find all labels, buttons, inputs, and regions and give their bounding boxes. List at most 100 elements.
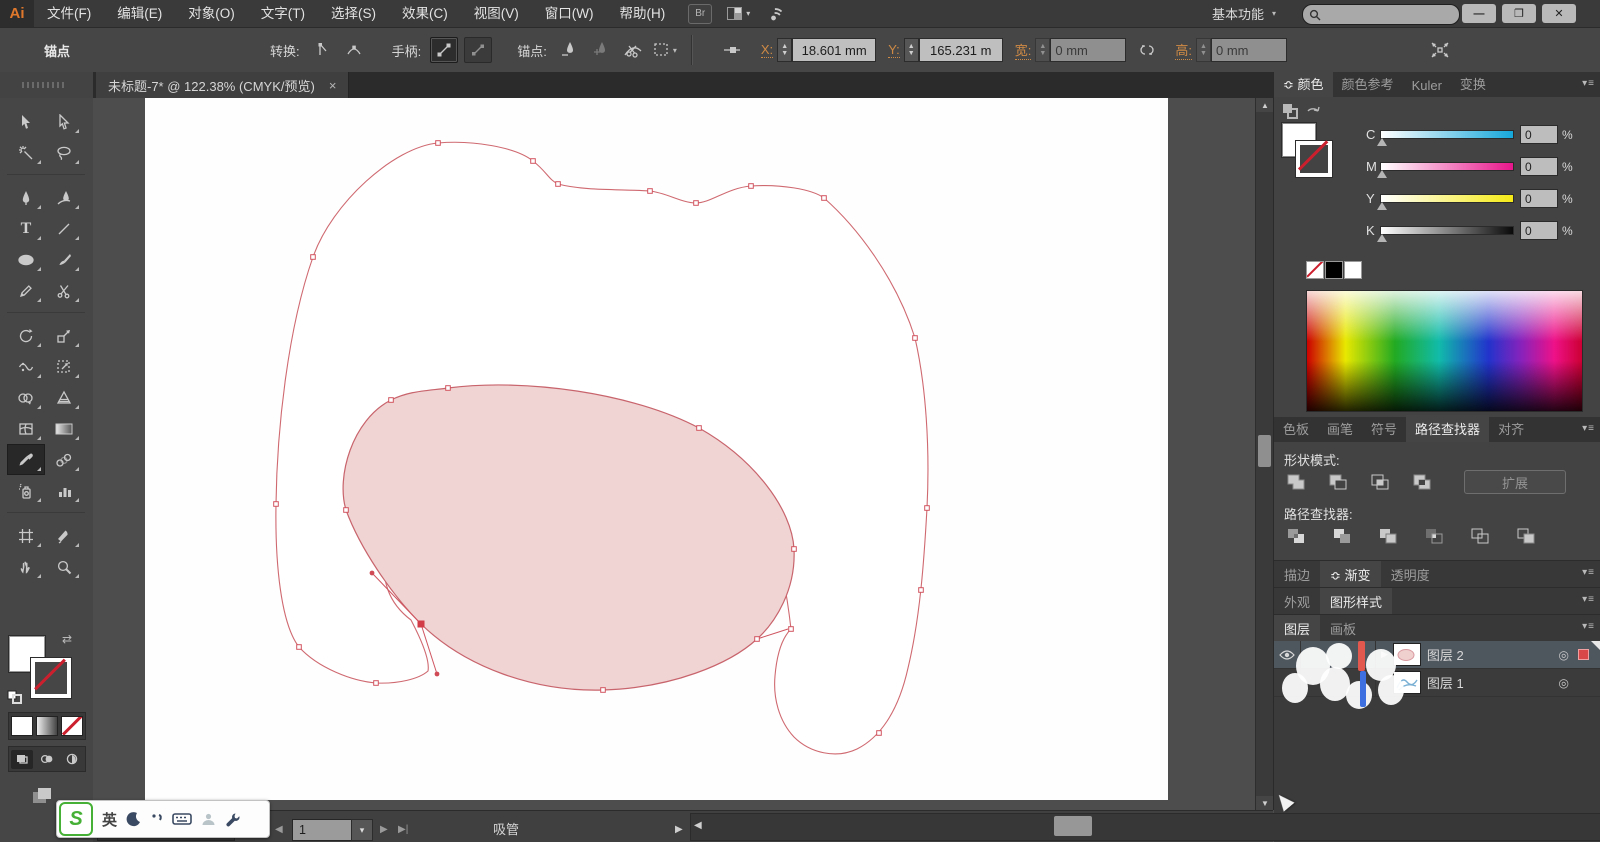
- scroll-left-button[interactable]: ◀: [694, 820, 702, 831]
- cyan-slider[interactable]: [1377, 130, 1514, 146]
- close-tab-icon[interactable]: ×: [329, 78, 337, 93]
- minus-front-button[interactable]: [1324, 470, 1354, 494]
- sogou-logo[interactable]: S: [59, 802, 93, 836]
- free-transform-tool[interactable]: [45, 351, 83, 382]
- search-input[interactable]: [1302, 4, 1460, 25]
- status-menu-arrow[interactable]: ▶: [675, 824, 683, 835]
- perspective-grid-tool[interactable]: [45, 382, 83, 413]
- tab-symbols[interactable]: 符号: [1362, 415, 1406, 442]
- tab-transform[interactable]: 变换: [1451, 70, 1495, 97]
- collapse-tools-icon[interactable]: [30, 786, 54, 809]
- tab-artboards[interactable]: 画板: [1320, 615, 1366, 642]
- panel-menu-icon[interactable]: ▾≡: [1582, 78, 1595, 89]
- draw-inside-button[interactable]: [61, 750, 83, 769]
- divide-button[interactable]: [1282, 524, 1312, 548]
- x-stepper[interactable]: ▲ ▼: [777, 38, 793, 62]
- intersect-button[interactable]: [1366, 470, 1396, 494]
- menu-select[interactable]: 选择(S): [318, 0, 389, 27]
- cyan-value-field[interactable]: 0: [1520, 125, 1558, 144]
- first-artboard-button[interactable]: ◀: [275, 824, 283, 835]
- magenta-value-field[interactable]: 0: [1520, 157, 1558, 176]
- width-tool[interactable]: [7, 351, 45, 382]
- ime-punctuation-icon[interactable]: [151, 812, 163, 826]
- width-field[interactable]: 0 mm: [1050, 38, 1127, 62]
- minus-back-button[interactable]: [1512, 524, 1542, 548]
- height-stepper[interactable]: ▲ ▼: [1196, 38, 1212, 62]
- panel-menu-icon[interactable]: ▾≡: [1582, 621, 1595, 632]
- bridge-button[interactable]: Br: [688, 3, 713, 24]
- paint-color-button[interactable]: [10, 716, 33, 736]
- default-fill-stroke-icon[interactable]: [7, 690, 23, 704]
- tab-color-guide[interactable]: 颜色参考: [1333, 70, 1403, 97]
- panel-menu-icon[interactable]: ▾≡: [1582, 567, 1595, 578]
- tab-pathfinder[interactable]: 路径查找器: [1406, 415, 1490, 442]
- artboard-number-field[interactable]: 1: [292, 819, 358, 841]
- none-color-chip[interactable]: [1306, 261, 1324, 279]
- cs-live-icon[interactable]: [764, 5, 786, 23]
- vertical-scroll-thumb[interactable]: [1258, 435, 1271, 467]
- isolate-selected-object-button[interactable]: [1427, 38, 1453, 62]
- handle-end-dot[interactable]: [369, 570, 375, 576]
- canvas-area[interactable]: ▲ ▼: [93, 98, 1274, 810]
- unite-button[interactable]: [1282, 470, 1312, 494]
- document-tab[interactable]: 未标题-7* @ 122.38% (CMYK/预览) ×: [96, 72, 350, 98]
- draw-normal-button[interactable]: [10, 749, 33, 769]
- menu-type[interactable]: 文字(T): [248, 0, 318, 27]
- line-segment-tool[interactable]: [45, 213, 83, 244]
- swap-fill-stroke-icon[interactable]: ⇄: [62, 632, 72, 646]
- column-graph-tool[interactable]: [45, 475, 83, 506]
- yellow-value-field[interactable]: 0: [1520, 189, 1558, 208]
- type-tool[interactable]: T: [7, 213, 45, 244]
- symbol-sprayer-tool[interactable]: [7, 475, 45, 506]
- tab-kuler[interactable]: Kuler: [1403, 74, 1451, 97]
- horizontal-scrollbar[interactable]: ◀ ▶: [690, 813, 1600, 841]
- toolbar-grip[interactable]: [0, 72, 93, 98]
- paint-none-button[interactable]: [61, 716, 84, 736]
- pen-variant-tool[interactable]: [45, 182, 83, 213]
- white-color-chip[interactable]: [1344, 261, 1362, 279]
- pencil-tool[interactable]: [7, 275, 45, 306]
- add-anchor-button[interactable]: [588, 38, 614, 62]
- layer-name[interactable]: 图层 2: [1427, 645, 1464, 664]
- tab-layers[interactable]: 图层: [1274, 614, 1321, 642]
- arrange-documents-button[interactable]: ▾: [726, 6, 750, 22]
- tab-align[interactable]: 对齐: [1489, 415, 1533, 442]
- merge-button[interactable]: [1374, 524, 1404, 548]
- select-similar-button[interactable]: ▾: [652, 38, 678, 62]
- tab-stroke[interactable]: 描边: [1274, 561, 1320, 588]
- exclude-button[interactable]: [1408, 470, 1438, 494]
- selected-anchor-point[interactable]: [417, 620, 425, 628]
- blend-tool[interactable]: [45, 444, 83, 475]
- show-handles-button[interactable]: [430, 37, 459, 63]
- slice-tool[interactable]: [45, 520, 83, 551]
- cut-path-button[interactable]: [620, 38, 646, 62]
- layer-name[interactable]: 图层 1: [1427, 673, 1464, 692]
- scroll-up-button[interactable]: ▲: [1256, 98, 1274, 112]
- menu-edit[interactable]: 编辑(E): [104, 0, 175, 27]
- mini-fill-stroke-icon[interactable]: [1282, 103, 1322, 121]
- current-tool-status[interactable]: 吸管: [493, 819, 519, 838]
- tab-swatches[interactable]: 色板: [1274, 415, 1318, 442]
- ime-profile-icon[interactable]: [201, 812, 216, 827]
- horizontal-scroll-thumb[interactable]: [1054, 816, 1092, 836]
- restore-button[interactable]: ❐: [1502, 4, 1536, 23]
- magenta-slider[interactable]: [1377, 162, 1514, 178]
- paint-gradient-button[interactable]: [35, 716, 58, 736]
- lasso-tool[interactable]: [45, 137, 83, 168]
- menu-view[interactable]: 视图(V): [461, 0, 532, 27]
- ime-toolbar[interactable]: S 英: [56, 800, 270, 838]
- layer-thumbnail[interactable]: [1392, 643, 1421, 666]
- scroll-down-button[interactable]: ▼: [1256, 796, 1274, 810]
- tab-color[interactable]: ≎ 颜色: [1274, 70, 1333, 97]
- y-stepper[interactable]: ▲ ▼: [903, 38, 919, 62]
- panel-stroke-chip[interactable]: [1296, 140, 1332, 177]
- artboard-tool[interactable]: [7, 520, 45, 551]
- close-button[interactable]: ✕: [1542, 4, 1576, 23]
- link-dimensions-button[interactable]: [1134, 38, 1160, 62]
- black-value-field[interactable]: 0: [1520, 221, 1558, 240]
- convert-smooth-button[interactable]: [341, 38, 367, 62]
- paintbrush-tool[interactable]: [45, 244, 83, 275]
- tab-gradient[interactable]: ≎ 渐变: [1320, 560, 1381, 588]
- zoom-tool[interactable]: [45, 551, 83, 582]
- handle-end-dot[interactable]: [434, 671, 440, 677]
